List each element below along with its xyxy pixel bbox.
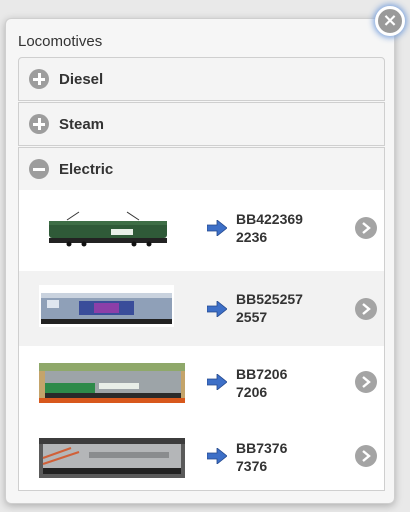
arrow-right-icon xyxy=(207,448,227,464)
section-electric[interactable]: Electric xyxy=(18,147,385,191)
item-name-block: BB422369 2236 xyxy=(236,210,303,246)
plus-icon xyxy=(29,114,49,134)
item-name: BB422369 xyxy=(236,211,303,227)
chevron-right-icon[interactable] xyxy=(355,298,377,320)
locomotive-image xyxy=(39,438,185,478)
item-name-block: BB7376 7376 xyxy=(236,439,287,475)
section-label: Electric xyxy=(59,160,114,178)
item-number: 2236 xyxy=(236,229,268,245)
section-label: Diesel xyxy=(59,70,104,88)
chevron-right-icon[interactable] xyxy=(355,445,377,467)
item-name: BB7206 xyxy=(236,366,288,382)
arrow-right-icon xyxy=(207,220,227,236)
item-number: 7206 xyxy=(236,384,268,400)
item-number: 2557 xyxy=(236,309,268,325)
section-label: Steam xyxy=(59,115,105,133)
item-name: BB7376 xyxy=(236,440,288,456)
chevron-right-icon[interactable] xyxy=(355,371,377,393)
popup-title: Locomotives xyxy=(18,33,103,50)
list-item[interactable]: BB422369 2236 xyxy=(19,190,384,265)
arrow-right-icon xyxy=(207,301,227,317)
plus-icon xyxy=(29,69,49,89)
minus-icon xyxy=(29,159,49,179)
electric-list: BB422369 2236 BB525257 2557 BB7206 7206 … xyxy=(18,190,385,491)
section-steam[interactable]: Steam xyxy=(18,102,385,146)
chevron-right-icon[interactable] xyxy=(355,217,377,239)
close-icon[interactable]: × xyxy=(375,6,405,36)
arrow-right-icon xyxy=(207,374,227,390)
item-name-block: BB525257 2557 xyxy=(236,290,303,326)
list-item[interactable]: BB7206 7206 xyxy=(19,346,384,421)
section-diesel[interactable]: Diesel xyxy=(18,57,385,101)
list-item[interactable]: BB525257 2557 xyxy=(19,271,384,346)
locomotive-image xyxy=(39,285,174,327)
item-number: 7376 xyxy=(236,458,268,474)
locomotive-image xyxy=(39,210,189,248)
locomotive-image xyxy=(39,363,185,403)
locomotives-popup: Locomotives Diesel Steam Electric BB4223… xyxy=(5,18,395,504)
item-name-block: BB7206 7206 xyxy=(236,365,287,401)
list-item[interactable]: BB7376 7376 xyxy=(19,422,384,497)
item-name: BB525257 xyxy=(236,291,303,307)
